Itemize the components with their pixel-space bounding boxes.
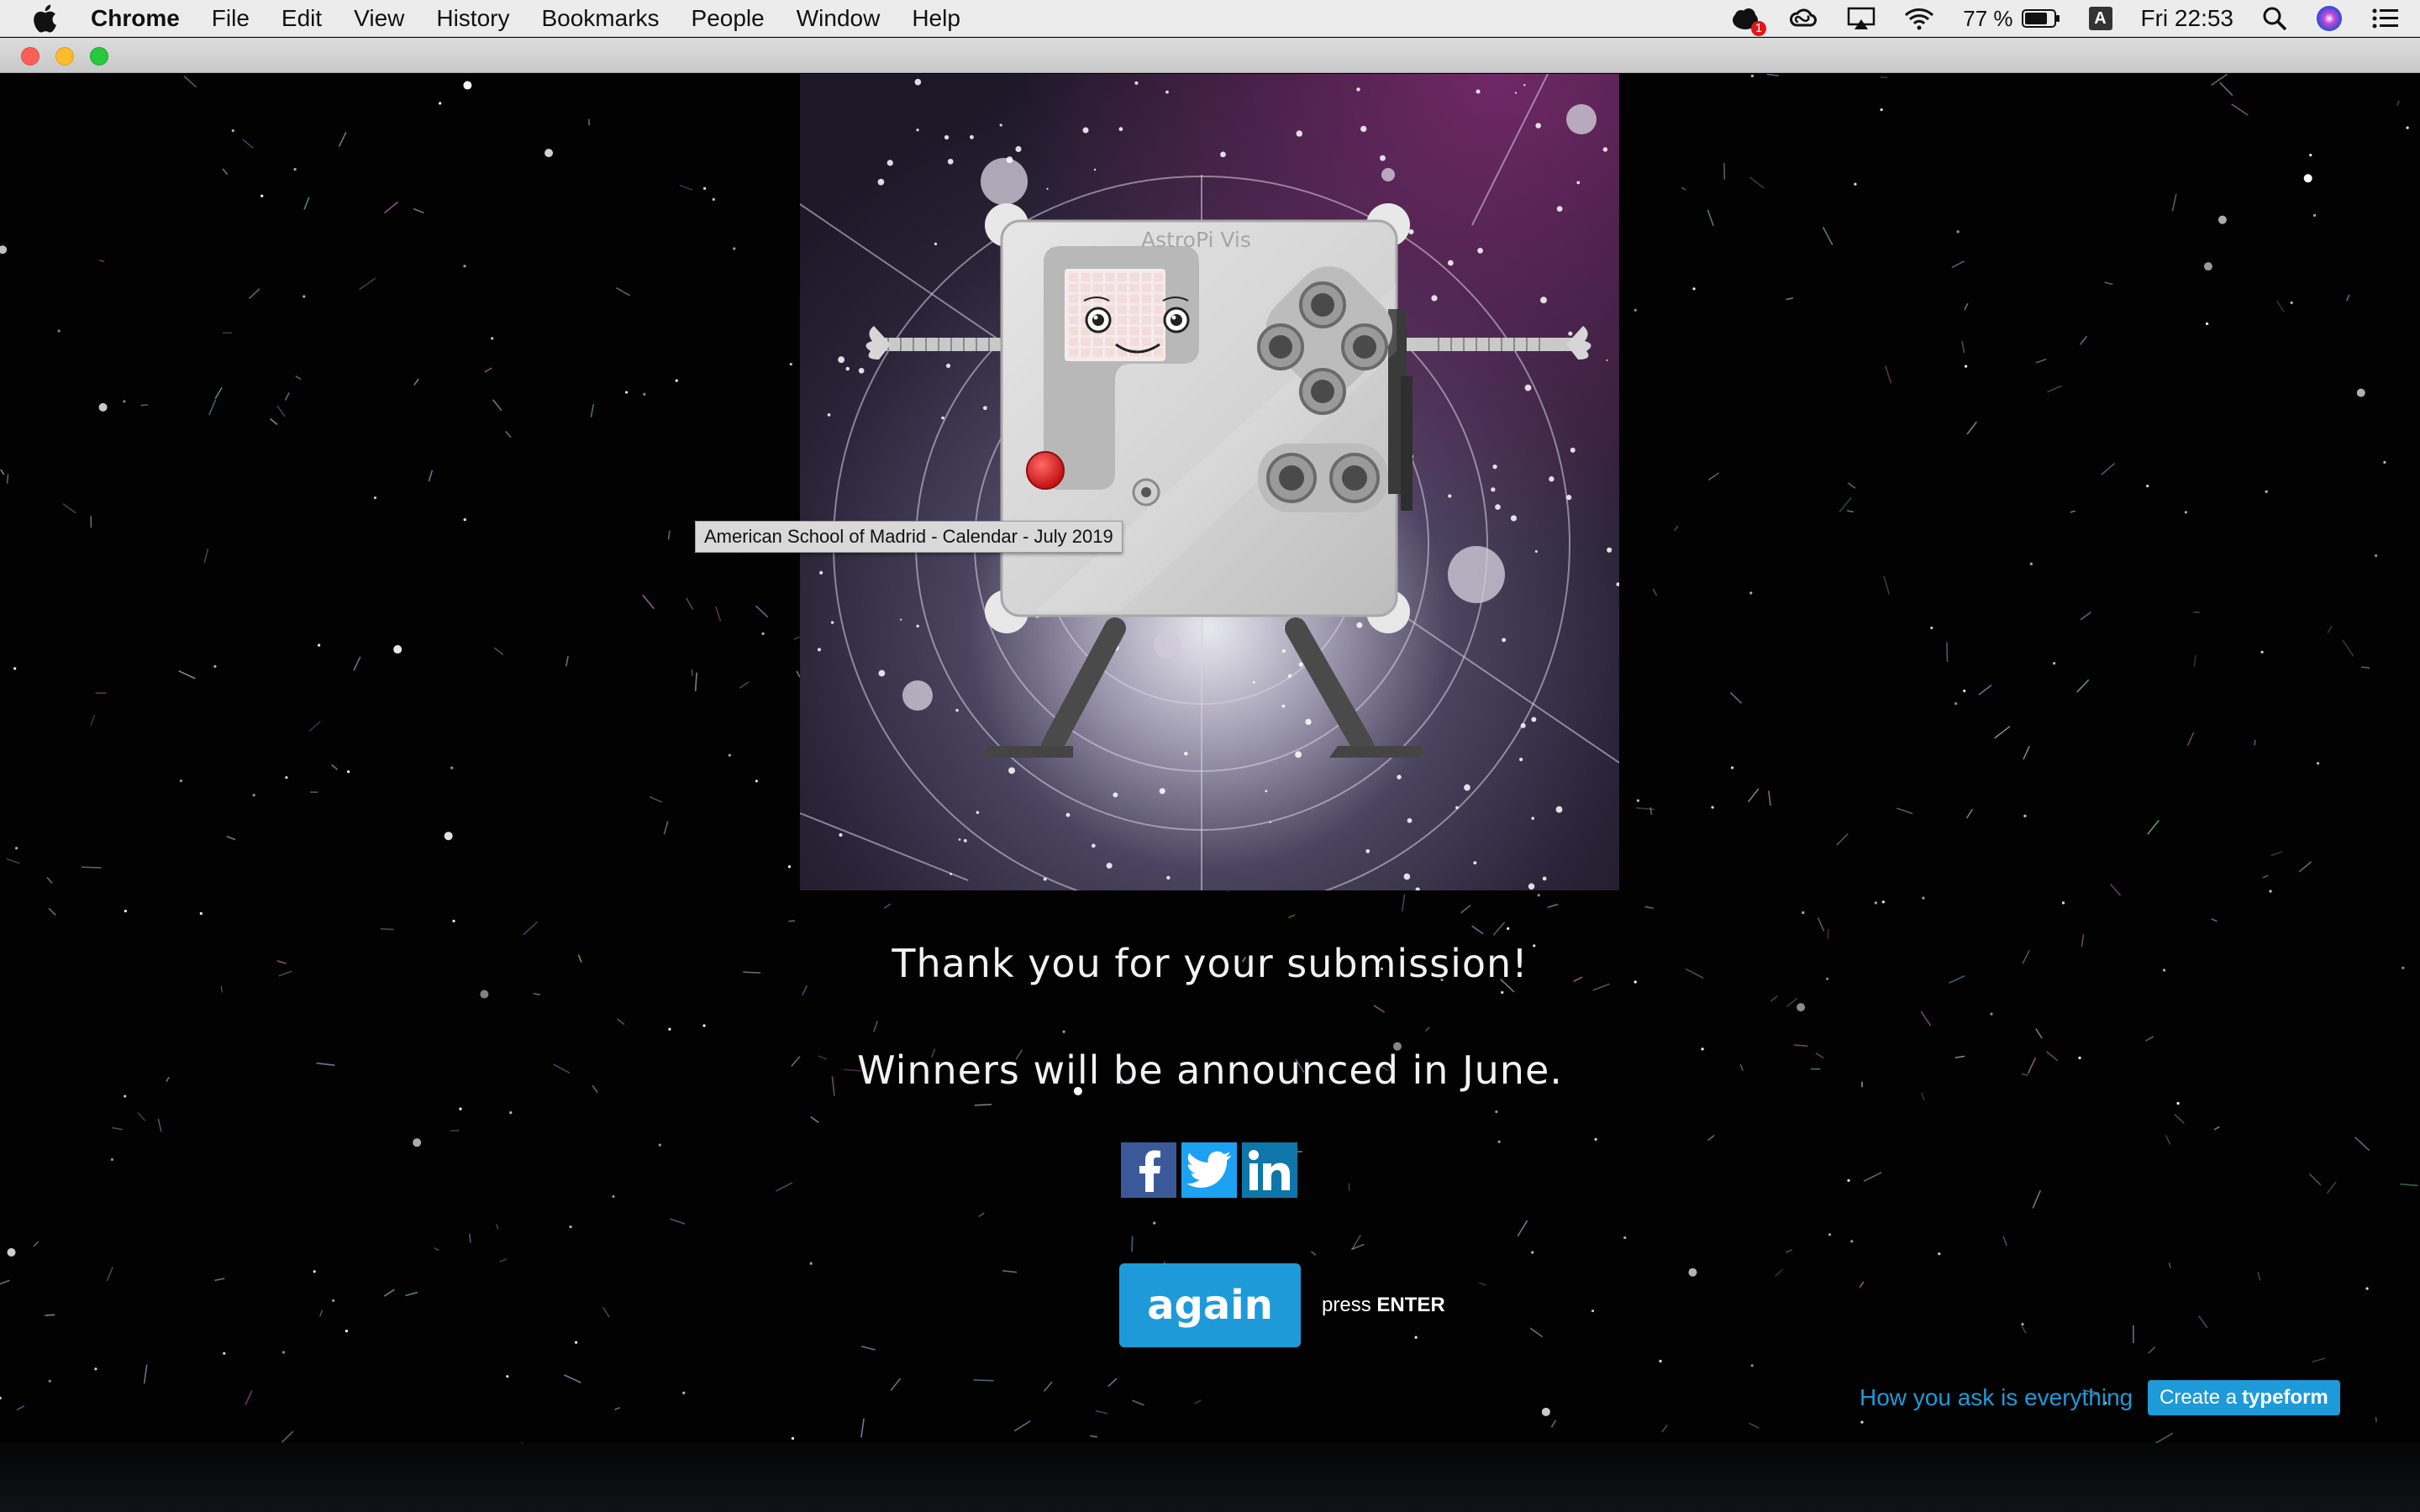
twitter-share-button[interactable]	[1181, 1142, 1237, 1198]
linkedin-share-button[interactable]	[1242, 1142, 1297, 1198]
window-close-button[interactable]	[21, 47, 39, 66]
menu-view[interactable]: View	[354, 5, 404, 32]
window-minimize-button[interactable]	[55, 47, 74, 66]
input-source-indicator[interactable]: A	[2088, 7, 2112, 30]
page-viewport: AstroPi Vis American School of Madrid - …	[0, 74, 2420, 1512]
winners-message: Winners will be announced in June.	[857, 1047, 1563, 1093]
menu-bookmarks[interactable]: Bookmarks	[541, 5, 659, 32]
menu-help[interactable]: Help	[912, 5, 960, 32]
apple-menu-icon[interactable]	[32, 4, 66, 33]
notification-badge: 1	[1750, 21, 1767, 36]
battery-icon	[2021, 9, 2060, 28]
facebook-icon	[1139, 1150, 1160, 1192]
menu-history[interactable]: History	[436, 5, 509, 32]
twitter-icon	[1186, 1151, 1232, 1188]
menu-edit[interactable]: Edit	[281, 5, 322, 32]
link-tooltip: American School of Madrid - Calendar - J…	[695, 521, 1123, 553]
astropi-illustration: AstroPi Vis	[800, 74, 1619, 890]
again-button[interactable]: again	[1119, 1263, 1301, 1347]
create-prefix: Create a	[2160, 1386, 2238, 1409]
page-bottom-band	[0, 1443, 2420, 1512]
device-label: AstroPi Vis	[1141, 228, 1251, 252]
menu-window[interactable]: Window	[797, 5, 881, 32]
press-hint-prefix: press	[1322, 1294, 1371, 1316]
creative-cloud-notify-icon[interactable]: 1	[1731, 6, 1767, 36]
typeform-brand: typeform	[2242, 1386, 2328, 1409]
share-buttons	[1121, 1142, 1302, 1198]
linkedin-icon	[1249, 1150, 1290, 1190]
thank-you-message: Thank you for your submission!	[892, 941, 1528, 986]
spotlight-search-icon[interactable]	[2262, 6, 2287, 31]
facebook-share-button[interactable]	[1121, 1142, 1176, 1198]
macos-menu-bar: Chrome File Edit View History Bookmarks …	[0, 0, 2420, 37]
menu-extras: 1 77 % A Fri 22:53	[1702, 0, 2400, 37]
menu-people[interactable]: People	[692, 5, 765, 32]
browser-title-bar	[0, 38, 2420, 73]
wifi-icon[interactable]	[1904, 7, 1934, 30]
creative-cloud-icon[interactable]	[1788, 7, 1818, 30]
create-typeform-button[interactable]: Create a typeform	[2148, 1380, 2340, 1415]
window-fullscreen-button[interactable]	[90, 47, 108, 66]
battery-percent: 77 %	[1963, 5, 2013, 31]
menu-app-chrome[interactable]: Chrome	[91, 5, 180, 32]
menu-clock[interactable]: Fri 22:53	[2141, 5, 2234, 32]
airplay-icon[interactable]	[1847, 7, 1876, 30]
press-hint-key: ENTER	[1376, 1294, 1445, 1316]
menu-file[interactable]: File	[212, 5, 250, 32]
press-enter-hint: press ENTER	[1322, 1294, 1445, 1317]
siri-icon[interactable]	[2316, 5, 2343, 32]
battery-status[interactable]: 77 %	[1963, 6, 2060, 32]
notification-center-icon[interactable]	[2371, 7, 2400, 30]
typeform-tagline-link[interactable]: How you ask is everything	[1860, 1384, 2133, 1411]
